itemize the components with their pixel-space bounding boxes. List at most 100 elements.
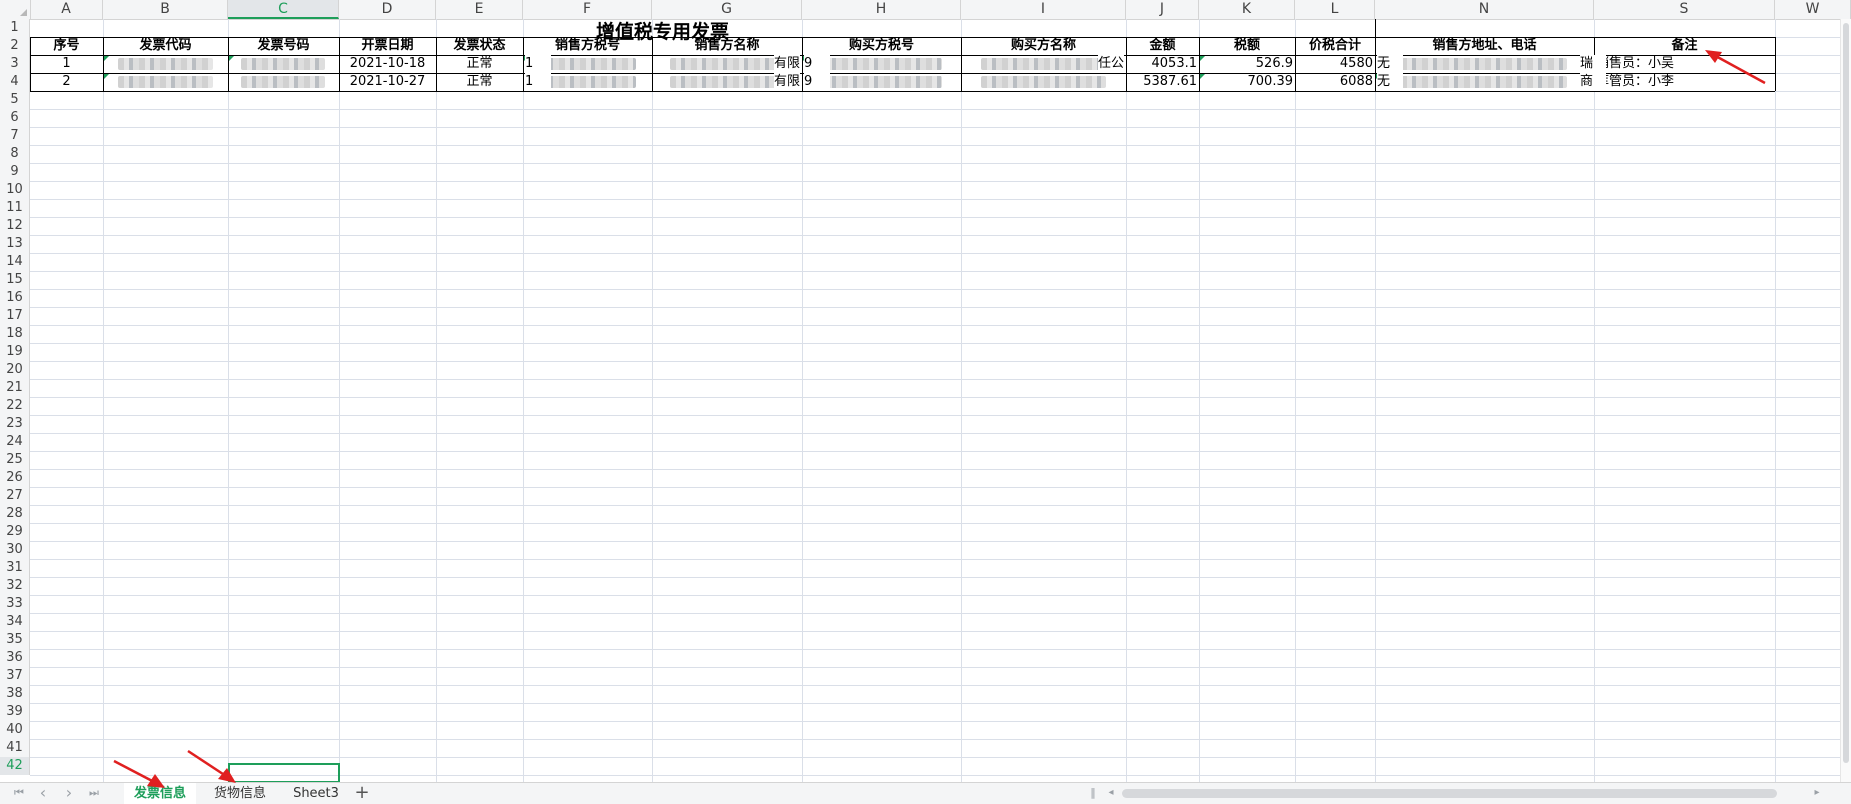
row-header-33[interactable]: 33 bbox=[0, 595, 30, 613]
header-buyer-name[interactable]: 购买方名称 bbox=[961, 37, 1126, 55]
select-all-corner[interactable] bbox=[0, 0, 31, 19]
row-header-14[interactable]: 14 bbox=[0, 253, 30, 271]
row-header-31[interactable]: 31 bbox=[0, 559, 30, 577]
row-header-4[interactable]: 4 bbox=[0, 73, 30, 91]
row-header-32[interactable]: 32 bbox=[0, 577, 30, 595]
cell-seq[interactable]: 1 bbox=[30, 55, 103, 73]
spreadsheet-area[interactable]: ABCDEFGHIJKLNSW 1 2 3 4 5 6 7 8 9 10 11 12 13 14 15 16 1… bbox=[0, 0, 1851, 782]
row-header-20[interactable]: 20 bbox=[0, 361, 30, 379]
column-header-j[interactable]: J bbox=[1126, 0, 1199, 19]
cell-status[interactable]: 正常 bbox=[436, 73, 523, 91]
row-header-2[interactable]: 2 bbox=[0, 37, 30, 55]
row-header-12[interactable]: 12 bbox=[0, 217, 30, 235]
cell-invoice-code[interactable] bbox=[103, 55, 228, 73]
cell-seller-address[interactable] bbox=[1375, 73, 1594, 91]
scroll-right-icon[interactable]: ▸ bbox=[1808, 785, 1826, 801]
header-status[interactable]: 发票状态 bbox=[436, 37, 523, 55]
next-sheet-button[interactable]: › bbox=[60, 785, 78, 801]
active-cell-c42[interactable] bbox=[228, 763, 340, 782]
cell-date[interactable]: 2021-10-27 bbox=[339, 73, 436, 91]
tab-sheet3[interactable]: Sheet3 bbox=[284, 783, 348, 804]
row-header-35[interactable]: 35 bbox=[0, 631, 30, 649]
row-header-23[interactable]: 23 bbox=[0, 415, 30, 433]
row-header-16[interactable]: 16 bbox=[0, 289, 30, 307]
column-header-w[interactable]: W bbox=[1775, 0, 1851, 19]
row-header-42[interactable]: 42 bbox=[0, 757, 30, 775]
last-sheet-button[interactable]: ⏭ bbox=[85, 785, 103, 801]
row-header-1[interactable]: 1 bbox=[0, 19, 30, 37]
row-header-10[interactable]: 10 bbox=[0, 181, 30, 199]
column-header-s[interactable]: S bbox=[1594, 0, 1775, 19]
cell-total[interactable]: 6088 bbox=[1295, 73, 1375, 91]
header-seller-name[interactable]: 销售方名称 bbox=[652, 37, 802, 55]
row-header-9[interactable]: 9 bbox=[0, 163, 30, 181]
row-header-6[interactable]: 6 bbox=[0, 109, 30, 127]
row-header-26[interactable]: 26 bbox=[0, 469, 30, 487]
scroll-left-icon[interactable]: ◂ bbox=[1102, 785, 1120, 801]
row-header-24[interactable]: 24 bbox=[0, 433, 30, 451]
row-header-11[interactable]: 11 bbox=[0, 199, 30, 217]
column-header-k[interactable]: K bbox=[1199, 0, 1295, 19]
row-header-38[interactable]: 38 bbox=[0, 685, 30, 703]
row-header-5[interactable]: 5 bbox=[0, 91, 30, 109]
row-header-37[interactable]: 37 bbox=[0, 667, 30, 685]
header-total[interactable]: 价税合计 bbox=[1295, 37, 1375, 55]
header-seller-tax-id[interactable]: 销售方税号 bbox=[523, 37, 652, 55]
row-header-41[interactable]: 41 bbox=[0, 739, 30, 757]
cell-invoice-number[interactable] bbox=[228, 55, 339, 73]
row-header-21[interactable]: 21 bbox=[0, 379, 30, 397]
cell-amount[interactable]: 4053.1 bbox=[1126, 55, 1199, 73]
row-header-36[interactable]: 36 bbox=[0, 649, 30, 667]
cell-status[interactable]: 正常 bbox=[436, 55, 523, 73]
header-seq[interactable]: 序号 bbox=[30, 37, 103, 55]
cell-seller-address[interactable] bbox=[1375, 55, 1594, 73]
row-header-17[interactable]: 17 bbox=[0, 307, 30, 325]
row-header-22[interactable]: 22 bbox=[0, 397, 30, 415]
vertical-scroll-thumb[interactable] bbox=[1843, 23, 1849, 763]
column-header-f[interactable]: F bbox=[523, 0, 652, 19]
row-header-39[interactable]: 39 bbox=[0, 703, 30, 721]
prev-sheet-button[interactable]: ‹ bbox=[34, 785, 52, 801]
column-header-n[interactable]: N bbox=[1375, 0, 1594, 19]
row-header-8[interactable]: 8 bbox=[0, 145, 30, 163]
row-header-15[interactable]: 15 bbox=[0, 271, 30, 289]
row-header-3[interactable]: 3 bbox=[0, 55, 30, 73]
row-header-27[interactable]: 27 bbox=[0, 487, 30, 505]
header-tax[interactable]: 税额 bbox=[1199, 37, 1295, 55]
cell-amount[interactable]: 5387.61 bbox=[1126, 73, 1199, 91]
cell-invoice-code[interactable] bbox=[103, 73, 228, 91]
column-header-g[interactable]: G bbox=[652, 0, 802, 19]
cell-buyer-name[interactable] bbox=[961, 73, 1126, 91]
cell-tax[interactable]: 526.9 bbox=[1199, 55, 1295, 73]
column-header-a[interactable]: A bbox=[30, 0, 103, 19]
cell-date[interactable]: 2021-10-18 bbox=[339, 55, 436, 73]
row-header-19[interactable]: 19 bbox=[0, 343, 30, 361]
cell-total[interactable]: 4580 bbox=[1295, 55, 1375, 73]
header-invoice-number[interactable]: 发票号码 bbox=[228, 37, 339, 55]
row-header-7[interactable]: 7 bbox=[0, 127, 30, 145]
vertical-scrollbar[interactable] bbox=[1840, 19, 1851, 782]
row-header-25[interactable]: 25 bbox=[0, 451, 30, 469]
cell-invoice-number[interactable] bbox=[228, 73, 339, 91]
row-header-29[interactable]: 29 bbox=[0, 523, 30, 541]
row-header-40[interactable]: 40 bbox=[0, 721, 30, 739]
header-seller-address[interactable]: 销售方地址、电话 bbox=[1375, 37, 1594, 55]
header-buyer-tax-id[interactable]: 购买方税号 bbox=[802, 37, 961, 55]
column-header-l[interactable]: L bbox=[1295, 0, 1375, 19]
cell-seq[interactable]: 2 bbox=[30, 73, 103, 91]
horizontal-scroll-thumb[interactable] bbox=[1122, 789, 1777, 798]
column-header-h[interactable]: H bbox=[802, 0, 961, 19]
first-sheet-button[interactable]: ⏮ bbox=[10, 785, 28, 801]
column-header-d[interactable]: D bbox=[339, 0, 436, 19]
column-header-i[interactable]: I bbox=[961, 0, 1126, 19]
row-header-18[interactable]: 18 bbox=[0, 325, 30, 343]
add-sheet-button[interactable]: + bbox=[352, 783, 372, 804]
split-handle-icon[interactable]: ‖ bbox=[1084, 785, 1102, 801]
column-header-b[interactable]: B bbox=[103, 0, 228, 19]
row-header-13[interactable]: 13 bbox=[0, 235, 30, 253]
cell-tax[interactable]: 700.39 bbox=[1199, 73, 1295, 91]
row-header-28[interactable]: 28 bbox=[0, 505, 30, 523]
header-date[interactable]: 开票日期 bbox=[339, 37, 436, 55]
header-amount[interactable]: 金额 bbox=[1126, 37, 1199, 55]
header-invoice-code[interactable]: 发票代码 bbox=[103, 37, 228, 55]
